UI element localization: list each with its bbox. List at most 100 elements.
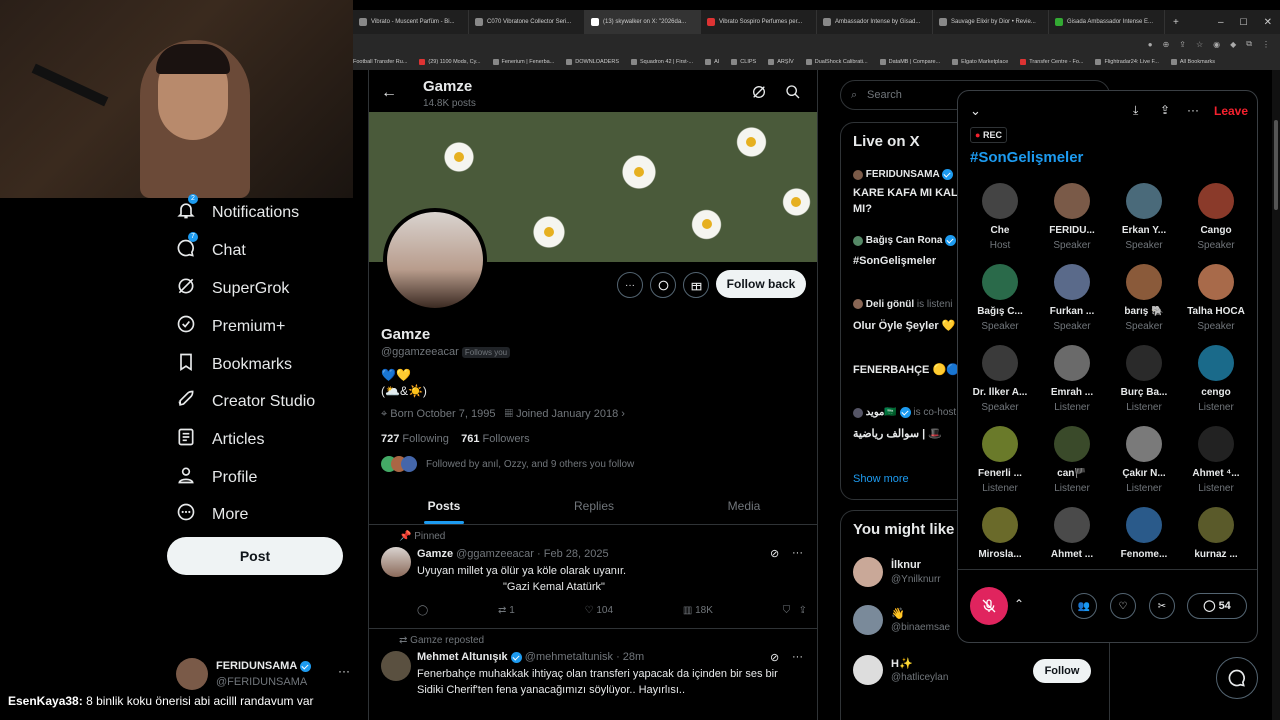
avatar[interactable] <box>853 557 883 587</box>
avatar[interactable] <box>381 651 411 681</box>
space-participant[interactable]: Ahmet ... <box>1037 507 1107 564</box>
star-icon[interactable]: ☆ <box>1196 40 1203 49</box>
grok-icon[interactable]: ⊘ <box>770 651 779 664</box>
like-button[interactable]: ♡ 104 <box>585 605 613 616</box>
space-participant[interactable]: Ahmet ⁴... Listener <box>1181 426 1251 494</box>
extension-icon[interactable]: ● <box>1148 40 1153 49</box>
browser-tab[interactable]: (13) skywalker on X: "2026da... <box>585 10 701 34</box>
followed-by-text[interactable]: Followed by anıl, Ozzy, and 9 others you… <box>426 459 634 470</box>
share-icon[interactable]: ⇪ <box>1179 40 1186 49</box>
space-participant[interactable]: can🏴 Listener <box>1037 426 1107 494</box>
space-participant[interactable]: FERIDU... Speaker <box>1037 183 1107 251</box>
bookmark[interactable]: DOWNLOADERS <box>566 59 619 65</box>
profile-avatar[interactable] <box>383 208 487 312</box>
browser-tab[interactable]: C070 Vibratone Collector Seri... <box>469 10 585 34</box>
maximize-icon[interactable]: ☐ <box>1232 17 1256 28</box>
space-participant[interactable]: Miroslа... <box>965 507 1035 564</box>
more-icon[interactable]: ··· <box>792 651 803 663</box>
browser-tab[interactable]: Gisada Ambassador Intense E... <box>1049 10 1165 34</box>
minimize-icon[interactable]: – <box>1210 17 1232 28</box>
space-participant[interactable]: Che Host <box>965 183 1035 251</box>
follow-button[interactable]: Follow <box>1033 659 1091 683</box>
space-participant[interactable]: Fenome... <box>1109 507 1179 564</box>
scrollbar[interactable] <box>1272 70 1280 720</box>
browser-tab[interactable]: Sauvage Elixir by Dior • Revie... <box>933 10 1049 34</box>
nav-creator-studio[interactable]: Creator Studio <box>176 389 315 414</box>
chevron-down-icon[interactable]: ⌄ <box>970 103 981 119</box>
suggestion-name[interactable]: İlknur <box>891 559 921 571</box>
mic-muted-button[interactable] <box>970 587 1008 625</box>
repost-button[interactable]: ⇄ 1 <box>498 605 515 616</box>
bookmark[interactable]: (29) 1100 Mods, Cy... <box>419 59 481 65</box>
more-icon[interactable]: ··· <box>792 547 803 559</box>
nav-profile[interactable]: Profile <box>176 465 257 490</box>
search-icon[interactable] <box>785 84 801 105</box>
space-participant[interactable]: Burç Ba... Listener <box>1109 345 1179 413</box>
live-item-text[interactable]: #SonGelişmeler <box>853 255 936 267</box>
live-item-text[interactable]: KARE KAFA MI KAL <box>853 187 958 199</box>
space-participant[interactable]: Emrah ... Listener <box>1037 345 1107 413</box>
suggestion-name[interactable]: 👋 <box>891 607 905 620</box>
space-participant[interactable]: Cango Speaker <box>1181 183 1251 251</box>
bookmark[interactable]: DualShock Calibrati... <box>805 59 868 65</box>
live-item-text[interactable]: سوالف رياضية | 🎩 <box>853 427 942 440</box>
messages-fab[interactable] <box>1216 657 1258 699</box>
account-more-icon[interactable]: ··· <box>338 664 350 678</box>
bookmark-icon[interactable]: ⛉ <box>783 605 791 616</box>
live-item-user[interactable]: FERIDUNSAMA <box>853 169 954 180</box>
more-options-icon[interactable]: ··· <box>617 272 643 298</box>
tab-replies[interactable]: Replies <box>519 488 669 524</box>
extension-icon[interactable]: ◆ <box>1230 40 1236 49</box>
space-participant[interactable]: kurnaz ... <box>1181 507 1251 564</box>
space-participant[interactable]: cengo Listener <box>1181 345 1251 413</box>
live-item-text[interactable]: FENERBAHÇE 🟡🔵 <box>853 363 960 376</box>
close-icon[interactable]: ✕ <box>1256 17 1280 28</box>
suggestion-name[interactable]: H✨ <box>891 657 913 670</box>
puzzle-icon[interactable]: ⧉ <box>1246 39 1252 49</box>
avatar[interactable] <box>381 547 411 577</box>
nav-premium[interactable]: Premium+ <box>176 314 285 339</box>
followers-link[interactable]: 761 Followers <box>461 433 530 445</box>
comments-button[interactable]: ◯ 54 <box>1187 593 1247 619</box>
browser-tab[interactable]: Vibrato Sospiro Perfumes per... <box>701 10 817 34</box>
post-button[interactable]: Post <box>167 537 343 575</box>
nav-bookmarks[interactable]: Bookmarks <box>176 352 292 377</box>
space-participant[interactable]: barış 🐘 Speaker <box>1109 264 1179 332</box>
bookmark[interactable]: Squadron 42 | First-... <box>631 59 693 65</box>
avatar[interactable] <box>853 655 883 685</box>
share-icon[interactable]: ⇪ <box>1160 103 1170 117</box>
space-participant[interactable]: Bağış C... Speaker <box>965 264 1035 332</box>
reply-icon[interactable]: ◯ <box>417 605 428 616</box>
back-arrow-icon[interactable]: ← <box>381 84 397 102</box>
tweet-pinned[interactable]: 📌 Pinned Gamze @ggamzeeacar · Feb 28, 20… <box>369 524 817 628</box>
follow-back-button[interactable]: Follow back <box>716 270 806 298</box>
extension-icon[interactable]: ◉ <box>1213 40 1220 49</box>
grok-chat-icon[interactable] <box>650 272 676 298</box>
nav-supergrok[interactable]: SuperGrok <box>176 276 289 301</box>
menu-icon[interactable]: ⋮ <box>1262 40 1270 49</box>
tweet-repost[interactable]: ⇄ Gamze reposted Mehmet Altunışık @mehme… <box>369 628 817 720</box>
people-icon[interactable]: 👥 <box>1071 593 1097 619</box>
live-item-user[interactable]: Deli gönül is listeni <box>853 299 952 310</box>
space-participant[interactable]: Furkan ... Speaker <box>1037 264 1107 332</box>
bookmark[interactable]: ARŞİV <box>768 59 794 65</box>
nav-chat[interactable]: 7 Chat <box>176 232 246 263</box>
views-button[interactable]: ▥ 18K <box>683 605 713 616</box>
show-more-link[interactable]: Show more <box>853 473 909 485</box>
bookmark[interactable]: CLIPS <box>731 59 756 65</box>
zoom-icon[interactable]: ⊕ <box>1163 40 1170 49</box>
reaction-icon[interactable]: ♡ <box>1110 593 1136 619</box>
bookmark[interactable]: DataMB | Compare... <box>879 59 940 65</box>
grok-icon[interactable] <box>751 84 767 105</box>
bookmark[interactable]: Football Transfer Ru... <box>353 59 407 65</box>
tab-posts[interactable]: Posts <box>369 488 519 524</box>
space-participant[interactable]: Fenerli ... Listener <box>965 426 1035 494</box>
nav-more[interactable]: More <box>176 502 248 527</box>
live-item-text[interactable]: MI? <box>853 203 872 215</box>
leave-button[interactable]: Leave <box>1214 104 1248 118</box>
grok-icon[interactable]: ⊘ <box>770 547 779 560</box>
live-item-user[interactable]: Bağış Can Rona <box>853 235 957 246</box>
bookmark[interactable]: Flightradar24: Live F... <box>1095 59 1159 65</box>
subscribe-icon[interactable] <box>683 272 709 298</box>
space-participant[interactable]: Talha HOCA Speaker <box>1181 264 1251 332</box>
